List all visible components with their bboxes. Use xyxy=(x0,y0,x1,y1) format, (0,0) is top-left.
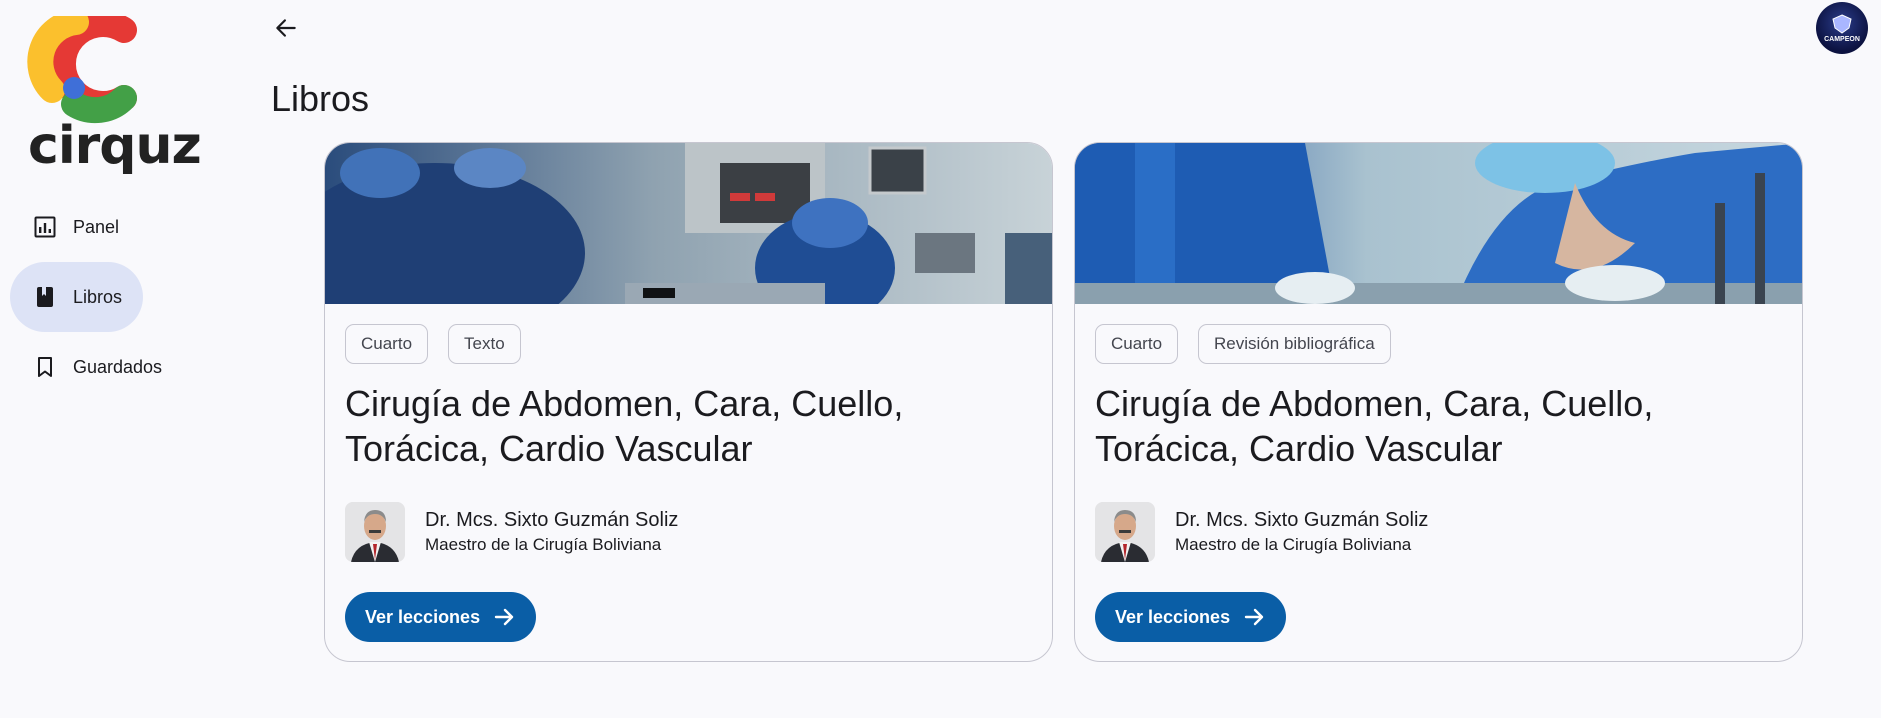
book-title: Cirugía de Abdomen, Cara, Cuello, Toráci… xyxy=(1095,383,1654,469)
view-lessons-label: Ver lecciones xyxy=(1115,606,1231,627)
view-lessons-label: Ver lecciones xyxy=(365,606,481,627)
bookmark-icon xyxy=(32,354,58,380)
author-name: Dr. Mcs. Sixto Guzmán Soliz xyxy=(425,509,679,531)
view-lessons-button[interactable]: Ver lecciones xyxy=(1095,592,1287,642)
sidebar-item-label: Panel xyxy=(73,216,120,237)
sidebar-item-guardados[interactable]: Guardados xyxy=(10,332,230,402)
arrow-right-icon xyxy=(1242,605,1266,629)
app-root: cirquz Panel Libros Guardados CAMPEON Li… xyxy=(0,0,1881,718)
brand-logo[interactable]: cirquz xyxy=(14,9,202,172)
tag-chip[interactable]: Cuarto xyxy=(1095,324,1179,364)
tag-chip[interactable]: Cuarto xyxy=(345,324,429,364)
sidebar-item-label: Guardados xyxy=(73,356,163,377)
author-row: Dr. Mcs. Sixto Guzmán Soliz Maestro de l… xyxy=(1095,502,1428,562)
tag-chip[interactable]: Texto xyxy=(448,324,521,364)
author-role: Maestro de la Cirugía Boliviana xyxy=(425,535,662,554)
tag-chip[interactable]: Revisión bibliográfica xyxy=(1198,324,1391,364)
page-title: Libros xyxy=(271,78,370,119)
chart-icon xyxy=(32,214,58,240)
arrow-left-icon xyxy=(276,19,296,37)
book-card: Cuarto Revisión bibliográfica Cirugía de… xyxy=(1074,142,1803,662)
view-lessons-button[interactable]: Ver lecciones xyxy=(345,592,537,642)
sidebar: cirquz Panel Libros Guardados xyxy=(0,0,240,718)
author-avatar xyxy=(345,502,405,562)
back-button[interactable] xyxy=(270,12,302,44)
brand-name: cirquz xyxy=(28,116,202,176)
sidebar-item-libros[interactable]: Libros xyxy=(10,262,143,332)
book-cover-image xyxy=(1075,143,1802,304)
avatar-text: CAMPEON xyxy=(1824,35,1860,43)
book-icon xyxy=(32,284,58,310)
author-row: Dr. Mcs. Sixto Guzmán Soliz Maestro de l… xyxy=(345,502,678,562)
sidebar-nav: Panel Libros Guardados xyxy=(10,192,230,402)
author-info: Dr. Mcs. Sixto Guzmán Soliz Maestro de l… xyxy=(1175,507,1428,557)
logo-mark-icon xyxy=(27,9,137,124)
sidebar-item-label: Libros xyxy=(73,286,123,307)
user-avatar[interactable]: CAMPEON xyxy=(1816,2,1868,54)
author-avatar xyxy=(1095,502,1155,562)
arrow-right-icon xyxy=(492,605,516,629)
book-card: Cuarto Texto Cirugía de Abdomen, Cara, C… xyxy=(324,142,1053,662)
tag-list: Cuarto Revisión bibliográfica xyxy=(1095,324,1391,364)
book-title: Cirugía de Abdomen, Cara, Cuello, Toráci… xyxy=(345,383,904,469)
author-info: Dr. Mcs. Sixto Guzmán Soliz Maestro de l… xyxy=(425,507,678,557)
sidebar-item-panel[interactable]: Panel xyxy=(10,192,230,262)
tag-list: Cuarto Texto xyxy=(345,324,521,364)
author-role: Maestro de la Cirugía Boliviana xyxy=(1175,535,1412,554)
author-name: Dr. Mcs. Sixto Guzmán Soliz xyxy=(1175,509,1429,531)
book-cover-image xyxy=(325,143,1052,304)
shield-icon xyxy=(1832,13,1852,34)
